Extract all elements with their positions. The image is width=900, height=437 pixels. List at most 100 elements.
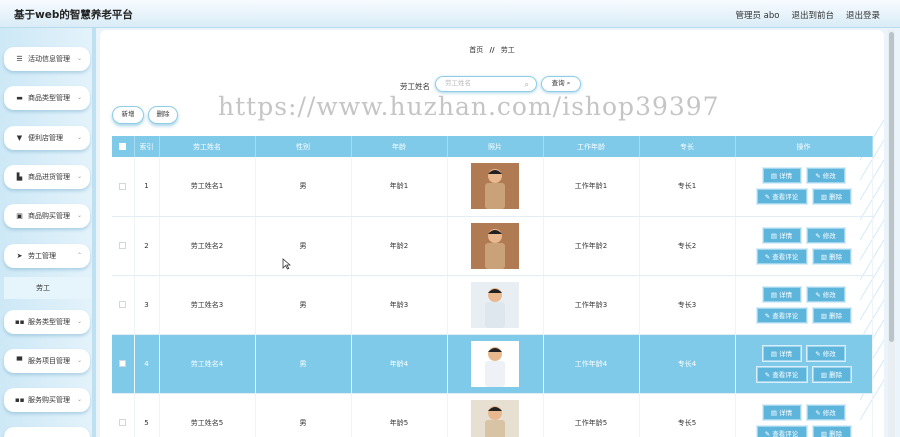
admin-user-link[interactable]: 管理员 abo bbox=[735, 9, 779, 21]
cell-photo bbox=[447, 216, 544, 276]
detail-button[interactable]: ▤ 详情 bbox=[762, 404, 801, 420]
sidebar-item-service-purchase[interactable]: ▪▪ 服务购买管理 ⌄ bbox=[4, 388, 90, 412]
cell-work-age: 工作年龄3 bbox=[543, 275, 640, 335]
sidebar-item-label: 劳工管理 bbox=[28, 252, 56, 260]
row-checkbox[interactable] bbox=[112, 393, 135, 437]
cell-index: 5 bbox=[134, 393, 160, 437]
edit-button[interactable]: ✎ 修改 bbox=[806, 286, 845, 302]
logout-link[interactable]: 退出登录 bbox=[846, 9, 880, 21]
row-checkbox[interactable] bbox=[112, 216, 135, 276]
sidebar-item-store[interactable]: ▼ 便利店管理 ⌄ bbox=[4, 126, 90, 150]
send-icon: ➤ bbox=[16, 252, 23, 260]
sidebar-item-label: 便利店管理 bbox=[28, 134, 63, 142]
chevron-down-icon: ⌄ bbox=[76, 94, 82, 101]
monitor-icon: ▀ bbox=[16, 357, 23, 365]
col-skill: 专长 bbox=[639, 136, 736, 157]
delete-button[interactable]: ▥ 删除 bbox=[812, 189, 851, 205]
worker-photo bbox=[471, 163, 519, 210]
search-input[interactable]: 劳工姓名 ⌕ bbox=[435, 76, 537, 92]
col-gender: 性别 bbox=[255, 136, 352, 157]
detail-button[interactable]: ▤ 详情 bbox=[762, 286, 801, 302]
view-comments-button[interactable]: ✎ 查看评论 bbox=[756, 425, 807, 437]
view-comments-button[interactable]: ✎ 查看评论 bbox=[756, 366, 807, 382]
sidebar-item-goods-purchase[interactable]: ▣ 商品购买管理 ⌄ bbox=[4, 204, 90, 228]
edit-button[interactable]: ✎ 修改 bbox=[806, 404, 845, 420]
edit-button[interactable]: ✎ 修改 bbox=[806, 345, 845, 361]
grid-icon: ▪▪ bbox=[15, 318, 25, 326]
batch-delete-button[interactable]: 删除 bbox=[148, 106, 178, 124]
delete-button[interactable]: ▥ 删除 bbox=[812, 425, 851, 437]
table-row: 4 劳工姓名4 男年龄4 工作年龄4 专长4 ▤ 详情 ✎ 修改 ✎ 查看评论 ▥ 删除 bbox=[112, 334, 873, 394]
chevron-down-icon: ⌄ bbox=[76, 173, 82, 180]
list-icon: ☰ bbox=[16, 55, 23, 63]
row-checkbox[interactable] bbox=[112, 334, 135, 394]
worker-photo bbox=[471, 222, 519, 269]
cell-skill: 专长4 bbox=[639, 334, 736, 394]
row-checkbox[interactable] bbox=[112, 275, 135, 335]
col-actions: 操作 bbox=[735, 136, 873, 157]
delete-button[interactable]: ▥ 删除 bbox=[812, 248, 851, 264]
detail-button[interactable]: ▤ 详情 bbox=[762, 168, 801, 184]
worker-photo bbox=[471, 399, 519, 437]
sidebar-item-labor[interactable]: ➤ 劳工管理 ⌃ bbox=[4, 244, 90, 268]
content-panel: 首页 // 劳工 劳工姓名 劳工姓名 ⌕ 查询 ⌕ 新增 删除 索引 劳工姓名 … bbox=[100, 30, 884, 437]
view-comments-button[interactable]: ✎ 查看评论 bbox=[756, 189, 807, 205]
cell-skill: 专长5 bbox=[639, 393, 736, 437]
col-photo: 照片 bbox=[447, 136, 544, 157]
sidebar-item-more[interactable] bbox=[4, 427, 90, 437]
edit-button[interactable]: ✎ 修改 bbox=[806, 227, 845, 243]
detail-icon: ▤ bbox=[770, 349, 780, 358]
table-row: 2 劳工姓名2 男年龄2 工作年龄2 专长2 ▤ 详情 ✎ 修改 ✎ 查看评论 ▥ 删除 bbox=[112, 216, 873, 276]
detail-button[interactable]: ▤ 详情 bbox=[762, 227, 801, 243]
detail-button[interactable]: ▤ 详情 bbox=[762, 345, 801, 361]
cell-age: 年龄2 bbox=[351, 216, 448, 276]
search-button[interactable]: 查询 ⌕ bbox=[541, 76, 581, 92]
delete-button[interactable]: ▥ 删除 bbox=[812, 307, 851, 323]
vertical-scrollbar[interactable] bbox=[888, 30, 895, 437]
scrollbar-thumb[interactable] bbox=[889, 32, 894, 342]
sidebar-item-label: 服务类型管理 bbox=[28, 318, 70, 326]
cell-name: 劳工姓名1 bbox=[159, 157, 256, 217]
trash-icon: ▥ bbox=[820, 429, 830, 437]
chevron-up-icon: ⌃ bbox=[76, 252, 82, 259]
delete-button[interactable]: ▥ 删除 bbox=[812, 366, 851, 382]
sidebar-item-goods-stock[interactable]: ▙ 商品进货管理 ⌄ bbox=[4, 165, 90, 189]
edit-button[interactable]: ✎ 修改 bbox=[806, 168, 845, 184]
table-row: 3 劳工姓名3 男年龄3 工作年龄3 专长3 ▤ 详情 ✎ 修改 ✎ 查看评论 ▥ 删除 bbox=[112, 275, 873, 335]
row-checkbox[interactable] bbox=[112, 157, 135, 217]
chevron-down-icon: ⌄ bbox=[76, 134, 82, 141]
box-icon: ▣ bbox=[16, 212, 23, 220]
edit-icon: ✎ bbox=[815, 172, 823, 181]
sidebar: ☰ 活动信息管理 ⌄ ▬ 商品类型管理 ⌄ ▼ 便利店管理 ⌄ ▙ 商品进货管理… bbox=[0, 28, 96, 437]
sidebar-item-label: 服务项目管理 bbox=[28, 357, 70, 365]
sidebar-item-activity[interactable]: ☰ 活动信息管理 ⌄ bbox=[4, 47, 90, 71]
sidebar-item-service-type[interactable]: ▪▪ 服务类型管理 ⌄ bbox=[4, 310, 90, 334]
cell-name: 劳工姓名4 bbox=[159, 334, 256, 394]
select-all-checkbox[interactable] bbox=[112, 136, 135, 157]
breadcrumb-home[interactable]: 首页 bbox=[469, 46, 483, 54]
cell-index: 4 bbox=[134, 334, 160, 394]
add-button[interactable]: 新增 bbox=[112, 106, 144, 124]
chevron-down-icon: ⌄ bbox=[76, 396, 82, 403]
cell-work-age: 工作年龄4 bbox=[543, 334, 640, 394]
chart-icon: ▙ bbox=[16, 173, 23, 181]
chevron-down-icon: ⌄ bbox=[76, 318, 82, 325]
worker-photo bbox=[471, 281, 519, 328]
submenu-item-labor[interactable]: 劳工 bbox=[4, 277, 90, 299]
chevron-down-icon: ⌄ bbox=[76, 212, 82, 219]
detail-icon: ▤ bbox=[770, 408, 780, 417]
detail-icon: ▤ bbox=[770, 290, 780, 299]
view-comments-button[interactable]: ✎ 查看评论 bbox=[756, 307, 807, 323]
edit-icon: ✎ bbox=[815, 349, 823, 358]
cell-age: 年龄5 bbox=[351, 393, 448, 437]
sidebar-item-label: 活动信息管理 bbox=[28, 55, 70, 63]
view-comments-button[interactable]: ✎ 查看评论 bbox=[756, 248, 807, 264]
sidebar-item-goods-type[interactable]: ▬ 商品类型管理 ⌄ bbox=[4, 86, 90, 110]
cell-age: 年龄3 bbox=[351, 275, 448, 335]
back-to-front-link[interactable]: 退出到前台 bbox=[791, 9, 834, 21]
cell-actions: ▤ 详情 ✎ 修改 ✎ 查看评论 ▥ 删除 bbox=[735, 216, 873, 276]
sidebar-item-service-item[interactable]: ▀ 服务项目管理 ⌄ bbox=[4, 349, 90, 373]
table-row: 1 劳工姓名1 男年龄1 工作年龄1 专长1 ▤ 详情 ✎ 修改 ✎ 查看评论 ▥ 删除 bbox=[112, 157, 873, 217]
col-index: 索引 bbox=[134, 136, 160, 157]
top-links: 管理员 abo 退出到前台 退出登录 bbox=[735, 9, 880, 21]
